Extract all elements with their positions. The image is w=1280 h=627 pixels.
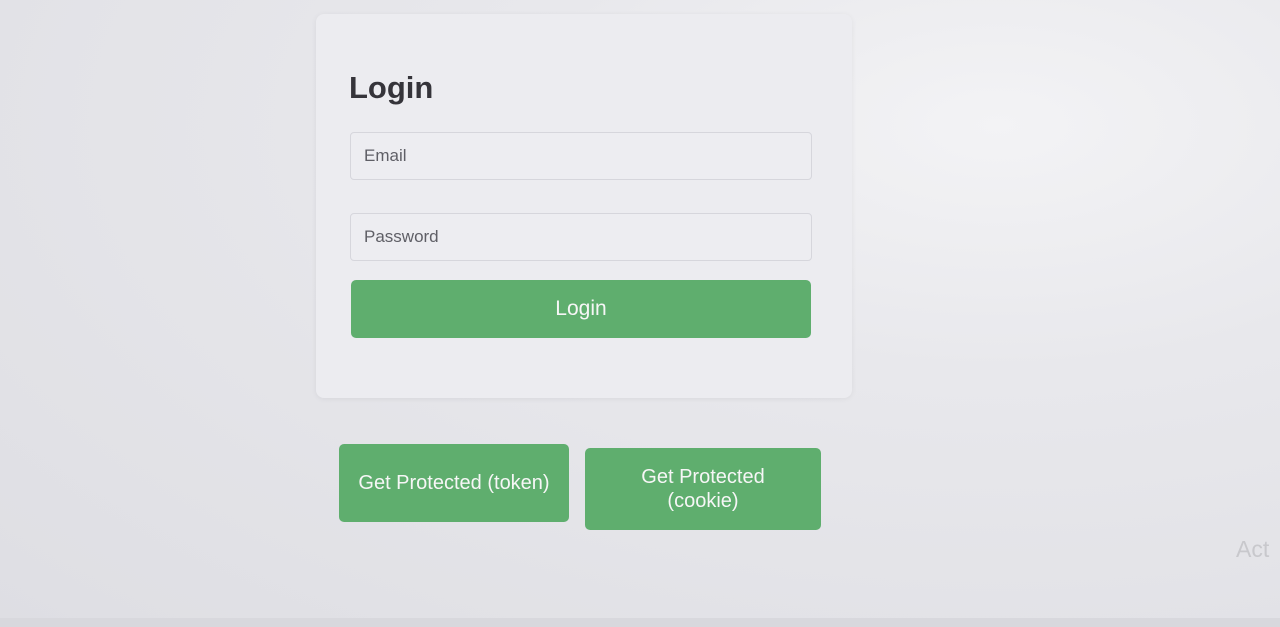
get-protected-token-button[interactable]: Get Protected (token) <box>339 444 569 522</box>
get-protected-cookie-button[interactable]: Get Protected (cookie) <box>585 448 821 530</box>
email-input[interactable] <box>350 132 812 180</box>
password-input[interactable] <box>350 213 812 261</box>
login-title: Login <box>349 70 434 105</box>
login-button[interactable]: Login <box>351 280 811 338</box>
taskbar-strip <box>0 618 1280 627</box>
page-screen: Login Login Get Protected (token) Get Pr… <box>0 0 1280 627</box>
activation-watermark: Act <box>1236 536 1270 562</box>
login-card: Login Login <box>316 14 852 398</box>
